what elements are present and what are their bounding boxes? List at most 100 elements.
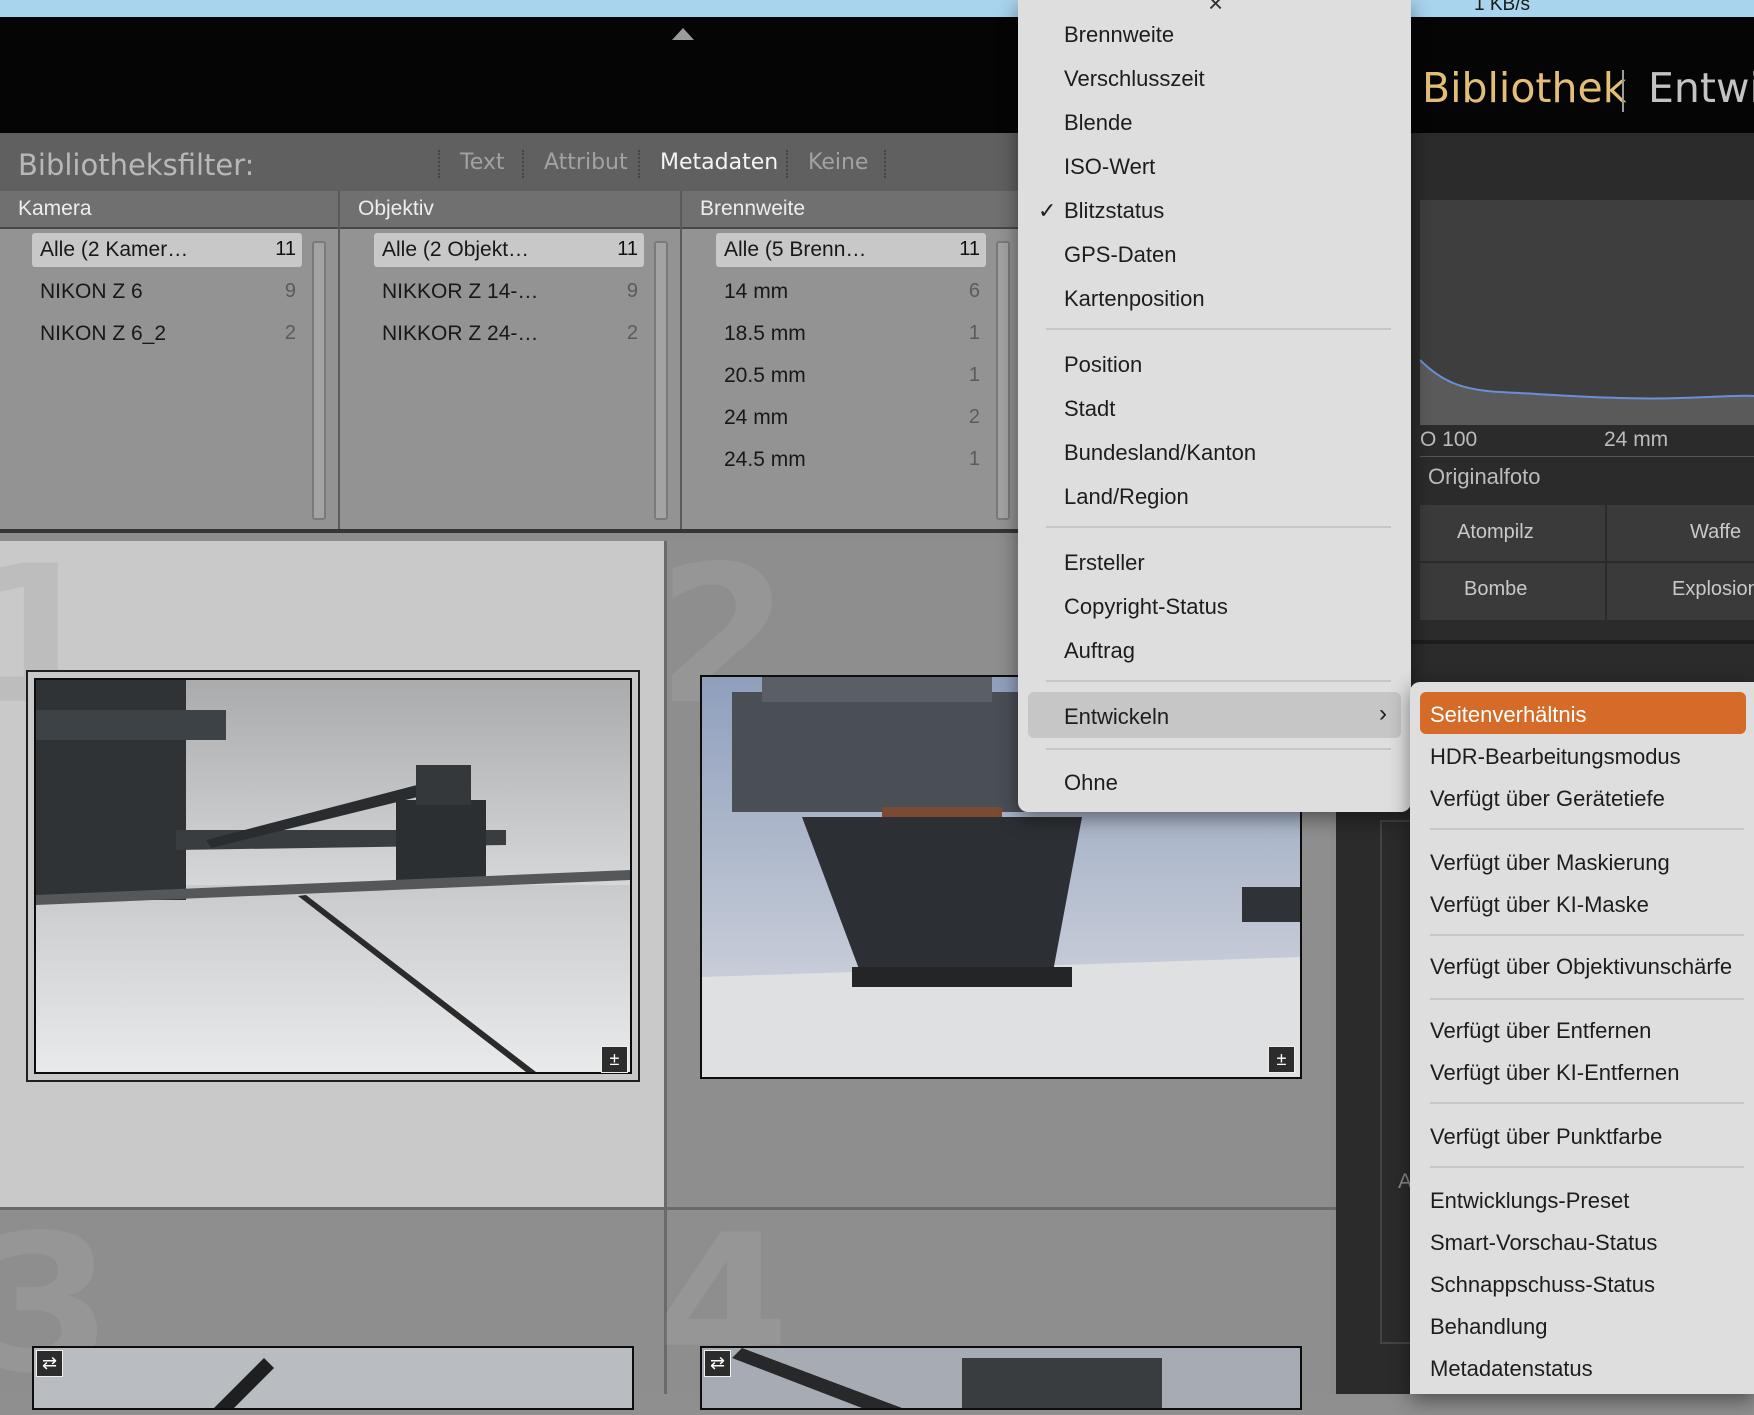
filter-tab-metadata[interactable]: Metadaten [660, 150, 778, 175]
filter-separator [638, 150, 640, 178]
develop-badge-icon[interactable]: ± [601, 1046, 628, 1073]
list-item-label: NIKON Z 6_2 [40, 322, 167, 345]
column-divider[interactable] [680, 191, 682, 529]
iso-readout: O 100 [1420, 428, 1478, 451]
submenu-item-ki-maske[interactable]: Verfügt über KI-Maske [1430, 892, 1649, 918]
menu-item-auftrag[interactable]: Auftrag [1064, 638, 1135, 664]
menu-separator [1046, 328, 1391, 330]
list-item-focal[interactable]: 24 mm 2 [716, 401, 986, 435]
filter-separator [522, 150, 524, 178]
virtual-copy-icon[interactable]: ⇄ [704, 1350, 731, 1377]
column-header-lens[interactable]: Objektiv [340, 191, 680, 229]
filter-tab-attribute[interactable]: Attribut [544, 150, 628, 175]
list-item-count: 2 [626, 322, 638, 344]
menu-item-blitzstatus[interactable]: Blitzstatus [1064, 198, 1164, 224]
menu-item-brennweite[interactable]: Brennweite [1064, 22, 1174, 48]
list-item-lens[interactable]: NIKKOR Z 24-… 2 [374, 317, 644, 351]
thumbnail-image[interactable] [34, 678, 632, 1074]
list-item-count: 6 [968, 280, 980, 302]
list-item-count: 11 [959, 238, 980, 260]
develop-badge-icon[interactable]: ± [1268, 1046, 1295, 1073]
metadata-column-menu: × Brennweite Verschlusszeit Blende ISO-W… [1018, 0, 1411, 812]
submenu-item-ki-entfernen[interactable]: Verfügt über KI-Entfernen [1430, 1060, 1680, 1086]
menu-separator [1430, 1166, 1744, 1168]
original-photo-label[interactable]: Originalfoto [1428, 464, 1541, 490]
scrollbar[interactable] [312, 241, 326, 520]
list-item-camera[interactable]: NIKON Z 6 9 [32, 275, 302, 309]
collapse-arrow-icon[interactable] [672, 28, 694, 40]
list-item-focal[interactable]: 20.5 mm 1 [716, 359, 986, 393]
column-header-focal-length[interactable]: Brennweite [682, 191, 1020, 229]
panel-box [1380, 820, 1414, 1344]
submenu-item-geraetetiefe[interactable]: Verfügt über Gerätetiefe [1430, 786, 1665, 812]
list-item-focal[interactable]: 14 mm 6 [716, 275, 986, 309]
submenu-item-schnappschuss[interactable]: Schnappschuss-Status [1430, 1272, 1655, 1298]
menu-item-ohne[interactable]: Ohne [1064, 770, 1118, 796]
histogram[interactable] [1419, 200, 1754, 425]
submenu-item-punktfarbe[interactable]: Verfügt über Punktfarbe [1430, 1124, 1662, 1150]
list-item-count: 9 [284, 280, 296, 302]
submenu-item-smart-vorschau[interactable]: Smart-Vorschau-Status [1430, 1230, 1657, 1256]
close-icon[interactable]: × [1208, 0, 1223, 19]
filter-tab-text[interactable]: Text [460, 150, 505, 175]
thumbnail-image[interactable] [32, 1346, 634, 1410]
submenu-item-behandlung[interactable]: Behandlung [1430, 1314, 1547, 1340]
submenu-item-seitenverhaeltnis[interactable]: Seitenverhältnis [1430, 702, 1587, 728]
list-item-label: NIKKOR Z 14-… [382, 280, 539, 303]
list-item-label: Alle (2 Kamer… [40, 238, 189, 261]
list-item-camera[interactable]: NIKON Z 6_2 2 [32, 317, 302, 351]
list-item-count: 9 [626, 280, 638, 302]
menu-separator [1430, 1102, 1744, 1104]
keyword-explosion[interactable]: Explosion [1672, 578, 1754, 601]
module-library[interactable]: Bibliothek [1422, 64, 1626, 112]
menu-item-copyright[interactable]: Copyright-Status [1064, 594, 1228, 620]
menubar: 1 KB/s [0, 0, 1754, 17]
menu-item-verschlusszeit[interactable]: Verschlusszeit [1064, 66, 1205, 92]
menu-item-gps[interactable]: GPS-Daten [1064, 242, 1177, 268]
list-item-label: NIKON Z 6 [40, 280, 143, 303]
list-item-count: 11 [275, 238, 296, 260]
list-item-lens[interactable]: NIKKOR Z 14-… 9 [374, 275, 644, 309]
list-item-label: NIKKOR Z 24-… [382, 322, 539, 345]
submenu-item-objektivunschaerfe[interactable]: Verfügt über Objektivunschärfe [1430, 954, 1732, 980]
menu-item-land[interactable]: Land/Region [1064, 484, 1189, 510]
submenu-item-hdr[interactable]: HDR-Bearbeitungsmodus [1430, 744, 1681, 770]
submenu-item-entwicklungs-preset[interactable]: Entwicklungs-Preset [1430, 1188, 1629, 1214]
menu-separator [1430, 934, 1744, 936]
divider [1420, 456, 1754, 457]
submenu-item-metadatenstatus[interactable]: Metadatenstatus [1430, 1356, 1593, 1382]
filter-separator [786, 150, 788, 178]
menu-item-blende[interactable]: Blende [1064, 110, 1133, 136]
list-item-count: 1 [968, 364, 980, 386]
menu-item-stadt[interactable]: Stadt [1064, 396, 1115, 422]
virtual-copy-icon[interactable]: ⇄ [36, 1350, 63, 1377]
menu-item-ersteller[interactable]: Ersteller [1064, 550, 1145, 576]
menu-item-entwickeln[interactable]: Entwickeln [1064, 704, 1169, 730]
menu-item-bundesland[interactable]: Bundesland/Kanton [1064, 440, 1256, 466]
column-header-camera[interactable]: Kamera [0, 191, 338, 229]
list-item-label: Alle (2 Objekt… [382, 238, 530, 261]
keyword-atompilz[interactable]: Atompilz [1457, 521, 1534, 544]
list-item-label: Alle (5 Brenn… [724, 238, 867, 261]
list-item-focal[interactable]: 24.5 mm 1 [716, 443, 986, 477]
list-item-camera-all[interactable]: Alle (2 Kamer… 11 [32, 233, 302, 267]
list-item-count: 2 [968, 406, 980, 428]
filter-separator [438, 150, 440, 178]
list-item-focal-all[interactable]: Alle (5 Brenn… 11 [716, 233, 986, 267]
thumbnail-image[interactable] [700, 1346, 1302, 1410]
submenu-item-entfernen[interactable]: Verfügt über Entfernen [1430, 1018, 1651, 1044]
menu-item-kartenposition[interactable]: Kartenposition [1064, 286, 1205, 312]
scrollbar[interactable] [654, 241, 668, 520]
keyword-waffe[interactable]: Waffe [1690, 521, 1741, 544]
menu-item-iso[interactable]: ISO-Wert [1064, 154, 1155, 180]
develop-submenu: Seitenverhältnis HDR-Bearbeitungsmodus V… [1410, 682, 1754, 1394]
module-develop[interactable]: Entwic [1648, 64, 1754, 112]
list-item-focal[interactable]: 18.5 mm 1 [716, 317, 986, 351]
menu-item-position[interactable]: Position [1064, 352, 1142, 378]
column-divider[interactable] [338, 191, 340, 529]
submenu-item-maskierung[interactable]: Verfügt über Maskierung [1430, 850, 1670, 876]
keyword-bombe[interactable]: Bombe [1464, 578, 1527, 601]
filter-tab-none[interactable]: Keine [808, 150, 868, 175]
scrollbar[interactable] [996, 241, 1010, 520]
list-item-lens-all[interactable]: Alle (2 Objekt… 11 [374, 233, 644, 267]
